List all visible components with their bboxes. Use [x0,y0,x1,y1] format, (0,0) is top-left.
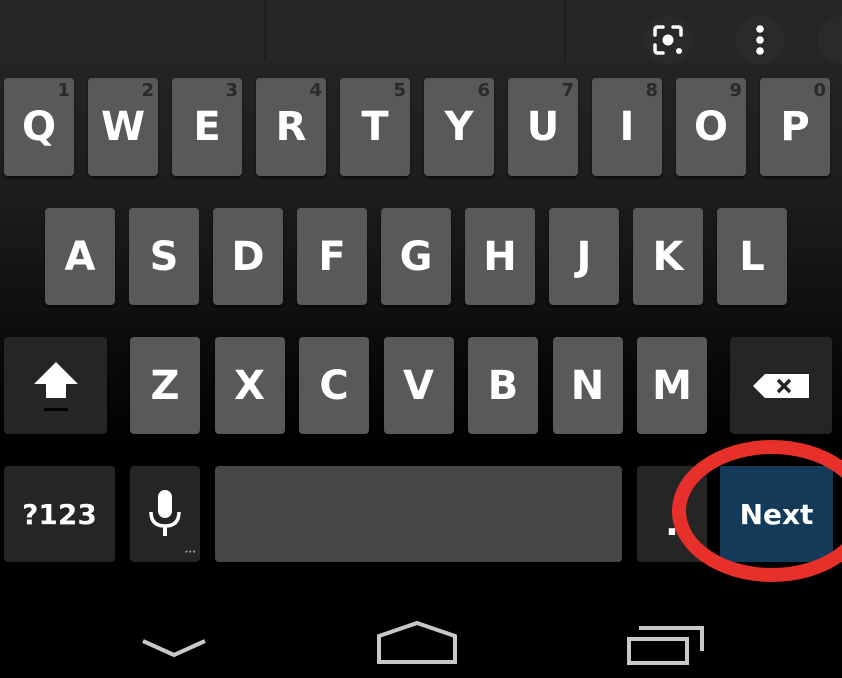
key-label: W [100,104,146,150]
key-u[interactable]: U7 [508,78,578,176]
google-lens-button[interactable] [644,16,692,64]
key-label: K [652,233,684,280]
key-p[interactable]: P0 [760,78,830,176]
key-r[interactable]: R4 [256,78,326,176]
key-number-hint: 9 [729,80,742,101]
key-label: T [361,104,389,150]
key-label: M [652,362,692,409]
recents-button[interactable] [626,623,708,671]
key-x[interactable]: X [214,337,285,434]
key-n[interactable]: N [552,337,623,434]
key-label: H [483,233,517,280]
key-d[interactable]: D [213,208,283,305]
symbols-key-label: ?123 [22,497,97,531]
key-label: F [318,233,346,280]
space-key[interactable] [215,466,622,562]
microphone-key[interactable]: ··· [130,466,200,562]
key-t[interactable]: T5 [340,78,410,176]
chevron-down-icon [142,639,206,658]
key-label: E [193,104,221,150]
strip-button-partial[interactable] [818,16,842,64]
key-number-hint: 8 [645,80,658,101]
key-label: O [693,104,728,150]
suggestion-strip [0,0,842,64]
key-label: C [319,362,349,409]
key-label: V [403,362,434,409]
symbols-key[interactable]: ?123 [4,466,115,562]
key-label: B [487,362,519,409]
key-k[interactable]: K [633,208,703,305]
key-h[interactable]: H [465,208,535,305]
key-label: P [780,104,810,150]
key-number-hint: 1 [57,80,70,101]
strip-divider [564,0,566,60]
home-button[interactable] [376,620,458,670]
key-label: S [149,233,179,280]
backspace-icon [753,373,809,398]
key-l[interactable]: L [717,208,787,305]
key-label: G [399,233,433,280]
key-w[interactable]: W2 [88,78,158,176]
key-label: Q [21,104,56,150]
key-label: Y [444,104,474,150]
key-label: U [526,104,560,150]
key-label: X [234,362,265,409]
next-key[interactable]: Next [720,466,833,562]
key-number-hint: 6 [477,80,490,101]
key-number-hint: 2 [141,80,154,101]
key-j[interactable]: J [549,208,619,305]
key-number-hint: 7 [561,80,574,101]
key-q[interactable]: Q1 [4,78,74,176]
shift-key[interactable] [4,337,107,434]
key-s[interactable]: S [129,208,199,305]
key-label: R [275,104,307,150]
key-b[interactable]: B [468,337,538,434]
more-vertical-icon [756,25,764,55]
key-f[interactable]: F [297,208,367,305]
more-options-button[interactable] [736,16,784,64]
key-y[interactable]: Y6 [424,78,494,176]
key-g[interactable]: G [381,208,451,305]
key-label: D [231,233,265,280]
shift-arrow-icon [33,361,78,411]
google-lens-icon [653,25,683,55]
period-key-label: . [665,503,679,544]
key-number-hint: 0 [813,80,826,101]
key-c[interactable]: C [299,337,369,434]
home-icon [377,620,457,664]
key-label: L [739,233,765,280]
key-v[interactable]: V [383,337,454,434]
backspace-key[interactable] [730,337,832,434]
strip-divider [264,0,266,60]
key-number-hint: 5 [393,80,406,101]
key-label: I [619,104,635,150]
period-key[interactable]: . [637,466,707,562]
key-label: N [570,362,605,409]
key-label: Z [150,362,180,409]
microphone-icon [149,490,181,536]
key-z[interactable]: Z [130,337,200,434]
key-m[interactable]: M [637,337,707,434]
key-number-hint: 3 [225,80,238,101]
more-keys-indicator: ··· [184,547,196,558]
key-label: J [576,233,592,280]
key-i[interactable]: I8 [592,78,662,176]
key-label: A [64,233,96,280]
key-a[interactable]: A [45,208,115,305]
next-key-label: Next [739,497,814,531]
recents-icon [627,626,704,665]
key-e[interactable]: E3 [172,78,242,176]
key-number-hint: 4 [309,80,322,101]
key-o[interactable]: O9 [676,78,746,176]
back-button[interactable] [140,636,208,668]
